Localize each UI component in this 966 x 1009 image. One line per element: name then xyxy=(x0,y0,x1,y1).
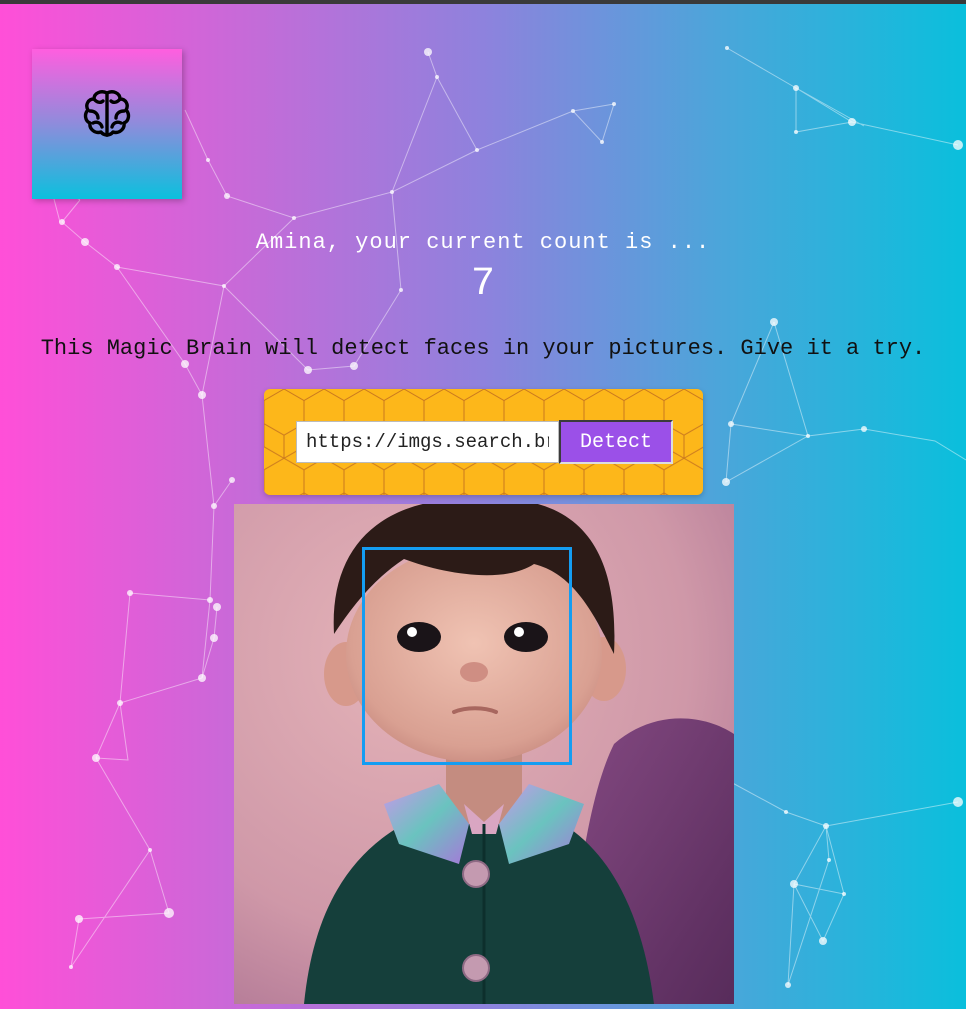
user-count-value: 7 xyxy=(470,262,495,307)
user-count-label: Amina, your current count is ... xyxy=(255,230,711,255)
logo-tilt-card[interactable] xyxy=(32,49,182,199)
uploaded-image xyxy=(234,504,734,1004)
detect-button[interactable]: Detect xyxy=(559,420,673,464)
image-url-input[interactable] xyxy=(296,421,559,463)
brain-icon xyxy=(83,90,131,137)
face-bounding-box xyxy=(362,547,572,765)
instructions-text: This Magic Brain will detect faces in yo… xyxy=(40,336,926,361)
image-url-form: Detect xyxy=(264,389,703,495)
